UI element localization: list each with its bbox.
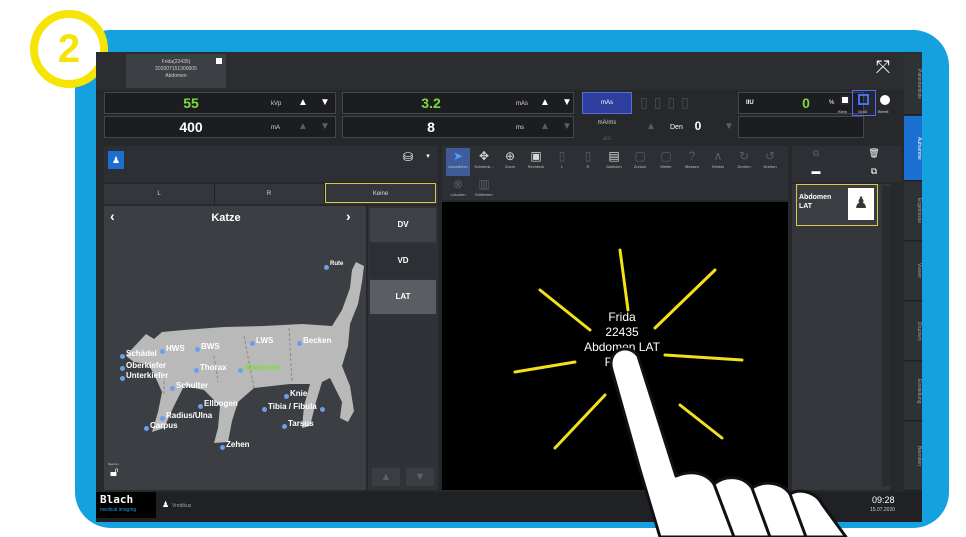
pointing-hand-icon: [609, 347, 848, 537]
